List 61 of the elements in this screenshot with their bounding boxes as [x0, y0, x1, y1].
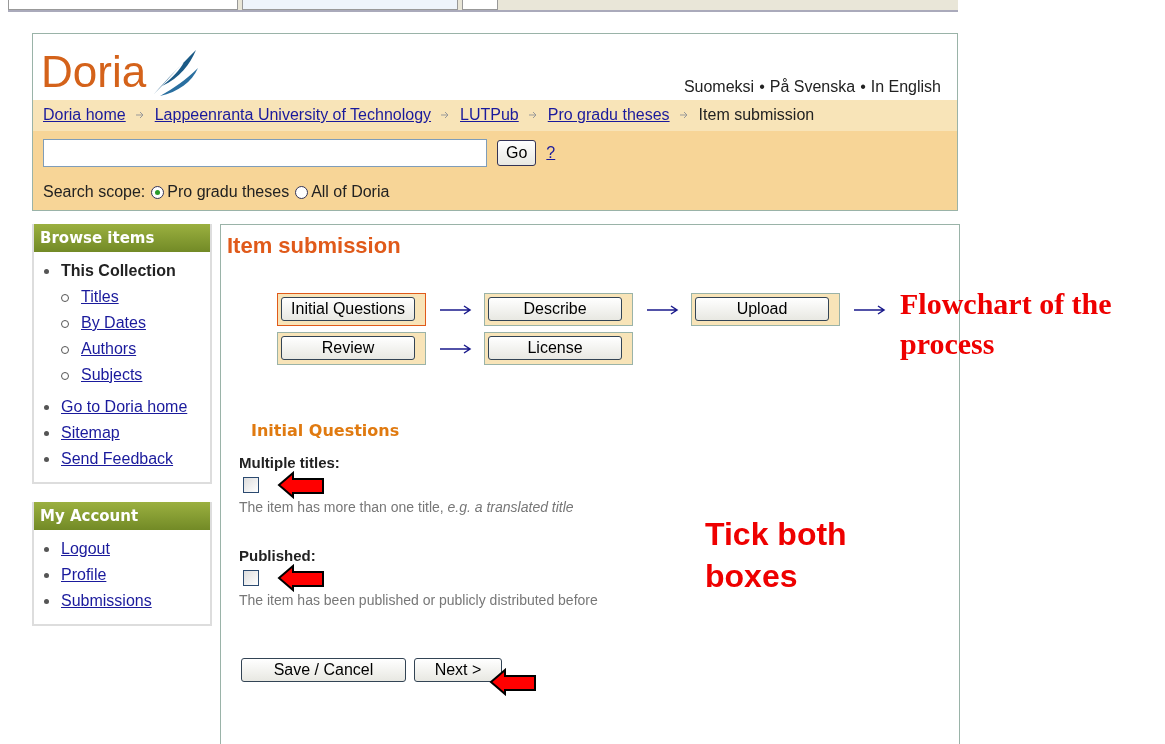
sidebar-heading: Browse items — [34, 224, 210, 252]
bullet-icon — [44, 431, 49, 437]
sidebar-link[interactable]: Profile — [61, 566, 107, 583]
step-button[interactable]: License — [488, 336, 622, 360]
pointer-arrow-icon — [277, 564, 325, 592]
language-link[interactable]: På Svenska — [769, 78, 856, 96]
breadcrumb-link[interactable]: Doria home — [43, 106, 126, 124]
step-button[interactable]: Initial Questions — [281, 297, 415, 321]
language-link[interactable]: In English — [870, 78, 941, 96]
form-button[interactable]: Save / Cancel — [241, 658, 406, 682]
arrow-icon — [679, 111, 689, 119]
annotation-text: Tick both boxes — [705, 515, 848, 596]
sidebar-heading: My Account — [34, 502, 210, 530]
sidebar-link[interactable]: Sitemap — [61, 424, 120, 441]
breadcrumb-link[interactable]: Lappeenranta University of Technology — [154, 106, 432, 124]
arrow-icon — [441, 111, 451, 119]
breadcrumb-link[interactable]: LUTPub — [460, 106, 519, 124]
question-hint: The item has more than one title, e.g. a translated title — [239, 499, 574, 515]
go-button[interactable]: Go — [497, 140, 537, 166]
sidebar-link[interactable]: Submissions — [61, 592, 152, 609]
site-logo[interactable]: Doria — [41, 46, 147, 98]
language-link[interactable]: Suomeksi — [683, 78, 755, 96]
bullet-icon — [44, 405, 49, 411]
pointer-arrow-icon — [277, 471, 325, 499]
scope-option[interactable]: All of Doria — [295, 183, 390, 201]
sidebar-link[interactable]: Authors — [81, 340, 137, 357]
bullet-icon — [44, 573, 49, 579]
bullet-icon — [44, 547, 49, 553]
breadcrumb-link[interactable]: Pro gradu theses — [547, 106, 670, 124]
question-label: Published: — [239, 547, 317, 564]
arrow-icon — [528, 111, 538, 119]
scope-label: Search scope: — [43, 183, 146, 201]
question-hint: The item has been published or publicly distributed before — [239, 592, 598, 608]
help-link[interactable]: ? — [546, 144, 556, 162]
step-button[interactable]: Describe — [488, 297, 622, 321]
sidebar-link[interactable]: Titles — [81, 288, 119, 305]
sidebar-heading-item: This Collection — [61, 262, 176, 279]
arrow-icon — [135, 111, 145, 119]
breadcrumb-current: Item submission — [698, 106, 815, 124]
bullet-icon — [44, 269, 49, 275]
step-button[interactable]: Upload — [695, 297, 829, 321]
search-field[interactable] — [43, 139, 487, 167]
sidebar-link[interactable]: By Dates — [81, 314, 146, 331]
section-heading: Initial Questions — [251, 421, 401, 440]
bullet-icon — [44, 457, 49, 463]
page-title: Item submission — [227, 233, 402, 259]
separator-dot: • — [860, 78, 866, 96]
scope-option[interactable]: Pro gradu theses — [151, 183, 290, 201]
bullet-icon — [44, 599, 49, 605]
sidebar-link[interactable]: Send Feedback — [61, 450, 174, 467]
sidebar-link[interactable]: Subjects — [81, 366, 143, 383]
sidebar-link[interactable]: Go to Doria home — [61, 398, 188, 415]
pointer-arrow-icon — [489, 668, 537, 696]
sidebar-link[interactable]: Logout — [61, 540, 110, 557]
annotation-text: Flowchart of the process — [900, 286, 1113, 362]
separator-dot: • — [759, 78, 765, 96]
step-button[interactable]: Review — [281, 336, 415, 360]
checkbox[interactable] — [243, 570, 259, 586]
checkbox[interactable] — [243, 477, 259, 493]
form-button[interactable]: Next > — [414, 658, 502, 682]
question-label: Multiple titles: — [239, 454, 341, 471]
